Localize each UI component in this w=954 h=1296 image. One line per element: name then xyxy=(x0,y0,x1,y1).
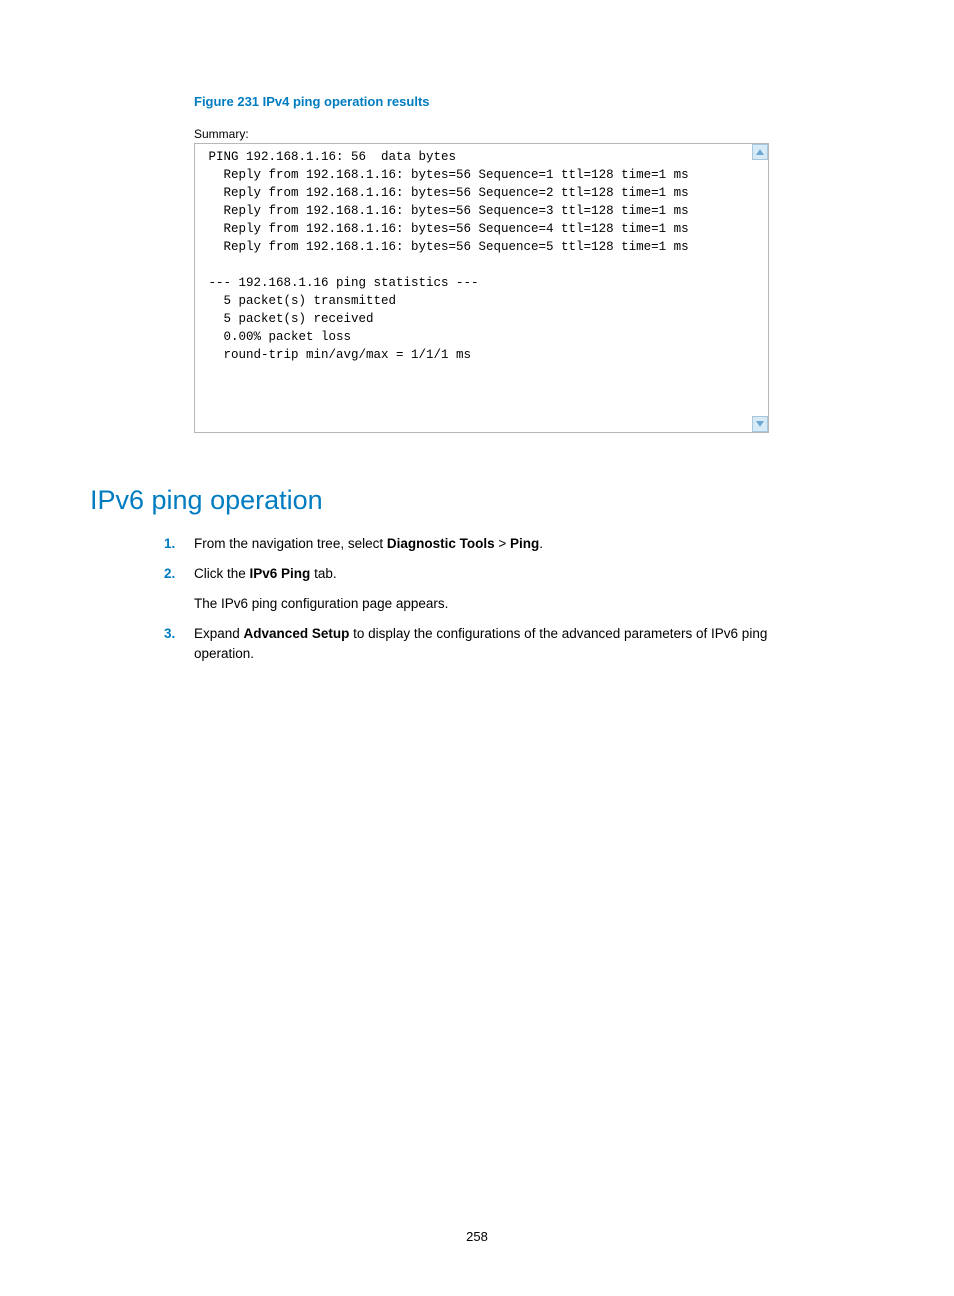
step-bold: IPv6 Ping xyxy=(250,566,311,581)
step-2: Click the IPv6 Ping tab. The IPv6 ping c… xyxy=(164,564,824,614)
summary-label: Summary: xyxy=(194,127,774,141)
steps-list: From the navigation tree, select Diagnos… xyxy=(164,534,864,664)
step-bold: Ping xyxy=(510,536,539,551)
page-number: 258 xyxy=(0,1229,954,1244)
summary-textarea: PING 192.168.1.16: 56 data bytes Reply f… xyxy=(194,143,769,433)
step-1: From the navigation tree, select Diagnos… xyxy=(164,534,824,554)
step-text: . xyxy=(539,536,543,551)
summary-content: PING 192.168.1.16: 56 data bytes Reply f… xyxy=(195,144,768,368)
step-text: > xyxy=(495,536,510,551)
section-heading: IPv6 ping operation xyxy=(90,485,864,516)
figure-caption: Figure 231 IPv4 ping operation results xyxy=(194,94,864,109)
step-text: Click the xyxy=(194,566,250,581)
summary-container: Summary: PING 192.168.1.16: 56 data byte… xyxy=(194,127,774,433)
step-text: From the navigation tree, select xyxy=(194,536,387,551)
step-3: Expand Advanced Setup to display the con… xyxy=(164,624,824,664)
step-bold: Advanced Setup xyxy=(244,626,350,641)
step-subtext: The IPv6 ping configuration page appears… xyxy=(194,594,824,614)
step-text: tab. xyxy=(310,566,336,581)
step-text: Expand xyxy=(194,626,244,641)
step-bold: Diagnostic Tools xyxy=(387,536,495,551)
scroll-up-button[interactable] xyxy=(752,144,768,160)
scroll-down-button[interactable] xyxy=(752,416,768,432)
